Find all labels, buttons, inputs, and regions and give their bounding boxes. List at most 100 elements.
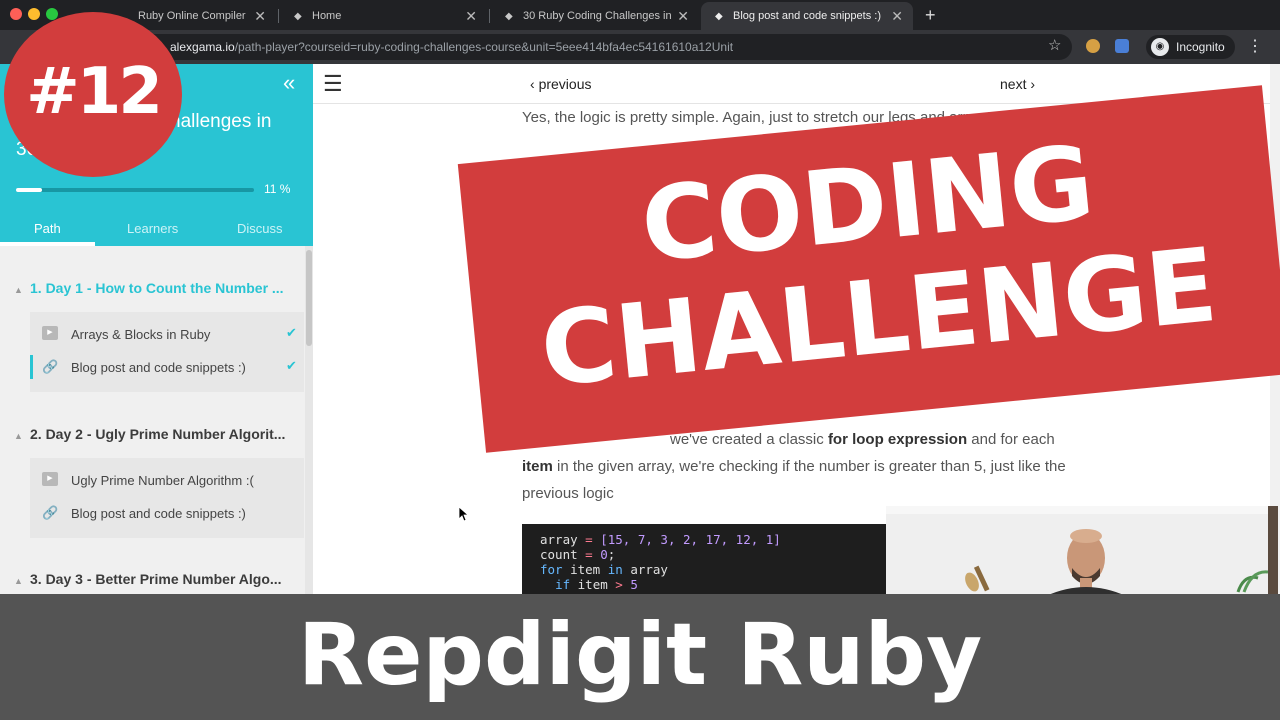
code-token: = <box>577 532 601 547</box>
close-icon[interactable]: ✕ <box>254 2 266 30</box>
section-day-1[interactable]: ▲ 1. Day 1 - How to Count the Number ... <box>14 280 284 296</box>
webcam-overlay <box>886 506 1276 596</box>
code-token: array <box>540 532 578 547</box>
browser-tab-challenges[interactable]: ◆ 30 Ruby Coding Challenges in ✕ <box>491 2 699 30</box>
code-token: item <box>570 577 616 592</box>
url-text: alexgama.io/path-player?courseid=ruby-co… <box>170 34 733 60</box>
coding-challenge-banner: CODING CHALLENGE <box>457 85 1280 453</box>
tab-path[interactable]: Path <box>34 221 61 236</box>
star-icon[interactable]: ☆ <box>1048 36 1061 54</box>
tab-discuss[interactable]: Discuss <box>237 221 283 236</box>
incognito-icon: ◉ <box>1151 38 1169 56</box>
code-token: 0 <box>600 547 608 562</box>
code-token: ; <box>607 547 616 562</box>
section-day-3[interactable]: ▲ 3. Day 3 - Better Prime Number Algo... <box>14 571 282 587</box>
section-title: 3. Day 3 - Better Prime Number Algo... <box>30 571 282 587</box>
bold-text: for loop expression <box>827 431 968 448</box>
code-token: item <box>562 562 608 577</box>
url-path: /path-player?courseid=ruby-coding-challe… <box>234 40 734 54</box>
unit-label: Blog post and code snippets :) <box>71 506 246 521</box>
episode-badge: #12 <box>4 12 182 177</box>
scrollbar-thumb[interactable] <box>306 250 312 346</box>
list-item[interactable]: ▶ Ugly Prime Number Algorithm :( <box>30 464 304 497</box>
bold-text: item <box>522 458 553 475</box>
address-bar[interactable]: alexgama.io/path-player?courseid=ruby-co… <box>30 34 1072 60</box>
current-unit-marker <box>30 355 33 379</box>
close-icon[interactable]: ✕ <box>891 2 903 30</box>
link-icon: 🔗 <box>42 505 59 520</box>
browser-tab-home[interactable]: ◆ Home ✕ <box>280 2 487 30</box>
code-token: 5 <box>622 577 638 592</box>
code-token: > <box>615 577 623 592</box>
progress-bar-fill <box>16 188 43 192</box>
next-label: next <box>1000 76 1027 92</box>
previous-label: previous <box>538 76 592 92</box>
tab-separator <box>489 9 490 23</box>
unit-label: Blog post and code snippets :) <box>71 360 246 375</box>
tab-learners[interactable]: Learners <box>127 221 178 236</box>
code-token: in <box>607 562 623 577</box>
tab-title: Blog post and code snippets :) <box>733 10 881 22</box>
code-snippet[interactable]: array = [15, 7, 3, 2, 17, 12, 1] count =… <box>522 524 922 596</box>
code-token: for <box>540 562 563 577</box>
hamburger-menu-icon[interactable]: ☰ <box>323 71 343 97</box>
checkmark-icon: ✔ <box>286 325 297 340</box>
section-title: 1. Day 1 - How to Count the Number ... <box>30 280 284 296</box>
list-item[interactable]: ▶ Arrays & Blocks in Ruby ✔ <box>30 318 304 351</box>
link-icon: 🔗 <box>42 359 59 374</box>
title-bar: Repdigit Ruby <box>0 594 1280 720</box>
checkmark-icon: ✔ <box>286 358 297 373</box>
caret-up-icon: ▲ <box>14 431 23 441</box>
code-token: [15, 7, 3, 2, 17, 12, 1] <box>600 532 781 547</box>
incognito-indicator[interactable]: ◉ Incognito <box>1146 35 1235 59</box>
unit-list: ▶ Arrays & Blocks in Ruby ✔ 🔗 Blog post … <box>30 312 304 392</box>
unit-label: Ugly Prime Number Algorithm :( <box>71 473 254 488</box>
paragraph-text: in the given array, we're checking if th… <box>522 458 1066 502</box>
window-minimize-dot[interactable] <box>28 8 40 20</box>
code-token: if <box>555 577 571 592</box>
site-diamond-icon: ◆ <box>294 11 302 22</box>
chevron-right-icon: › <box>1026 76 1036 92</box>
plus-icon[interactable]: + <box>925 4 936 26</box>
browser-tab-compiler[interactable]: Ruby Online Compiler ✕ <box>124 2 276 30</box>
unit-list: ▶ Ugly Prime Number Algorithm :( 🔗 Blog … <box>30 458 304 538</box>
video-icon: ▶ <box>42 326 58 340</box>
incognito-label: Incognito <box>1176 40 1225 54</box>
sidebar-scrollbar[interactable] <box>305 246 313 594</box>
tab-title: Ruby Online Compiler <box>138 10 246 22</box>
site-diamond-icon: ◆ <box>715 11 723 22</box>
code-token: = <box>577 547 601 562</box>
chevron-left-icon: ‹ <box>530 76 539 92</box>
presenter-video <box>886 506 1276 596</box>
browser-tab-strip: Ruby Online Compiler ✕ ◆ Home ✕ ◆ 30 Ruby … <box>0 0 1280 30</box>
video-title: Repdigit Ruby <box>297 605 983 705</box>
tab-separator <box>278 9 279 23</box>
code-token: array <box>622 562 668 577</box>
kebab-menu-icon[interactable]: ⋮ <box>1247 36 1263 56</box>
list-item[interactable]: 🔗 Blog post and code snippets :) <box>30 497 304 530</box>
tab-title: 30 Ruby Coding Challenges in <box>523 10 672 22</box>
mouse-cursor-icon <box>459 507 469 522</box>
video-icon: ▶ <box>42 472 58 486</box>
progress-percent: 11 % <box>264 182 291 196</box>
window-close-dot[interactable] <box>10 8 22 20</box>
paragraph-text: and for each <box>967 431 1055 448</box>
double-chevron-left-icon[interactable]: « <box>283 70 295 96</box>
close-icon[interactable]: ✕ <box>677 2 689 30</box>
extension-icon[interactable] <box>1115 39 1129 53</box>
cookie-extension-icon[interactable] <box>1086 39 1100 53</box>
next-button[interactable]: next › <box>1000 76 1035 92</box>
site-diamond-icon: ◆ <box>505 11 513 22</box>
tab-title: Home <box>312 10 342 22</box>
browser-tab-blog-post[interactable]: ◆ Blog post and code snippets :) ✕ <box>701 2 913 30</box>
list-item[interactable]: 🔗 Blog post and code snippets :) ✔ <box>30 351 304 384</box>
section-day-2[interactable]: ▲ 2. Day 2 - Ugly Prime Number Algorit... <box>14 426 285 442</box>
section-title: 2. Day 2 - Ugly Prime Number Algorit... <box>30 426 286 442</box>
unit-label: Arrays & Blocks in Ruby <box>71 327 211 342</box>
webcam-frame-edge <box>1268 506 1278 596</box>
caret-up-icon: ▲ <box>14 285 23 295</box>
previous-button[interactable]: ‹ previous <box>530 76 591 92</box>
url-domain: alexgama.io <box>170 40 235 54</box>
active-tab-indicator <box>0 242 95 246</box>
close-icon[interactable]: ✕ <box>465 2 477 30</box>
